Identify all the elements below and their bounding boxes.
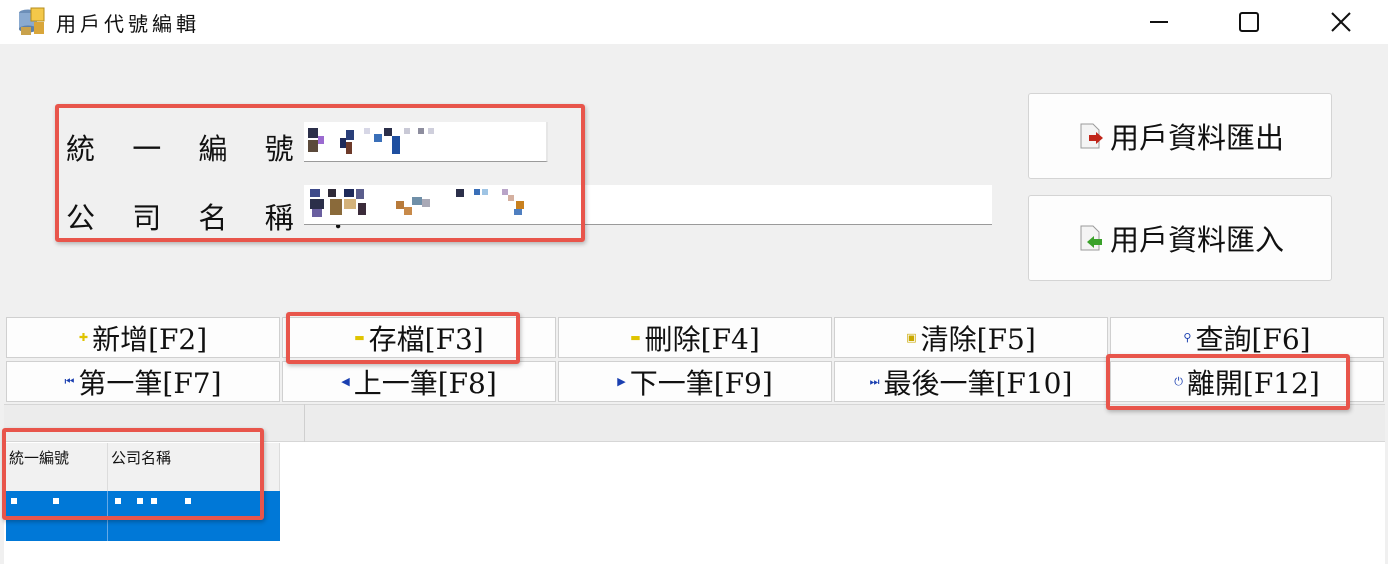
minus-icon: ▬ [630,331,641,344]
next-icon: ▶ [617,375,626,388]
minimize-icon [1150,21,1168,23]
first-label: 第一筆[F7] [78,366,222,400]
maximize-icon [1239,12,1259,32]
plus-icon: ✚ [78,331,89,344]
import-users-button[interactable]: 用戶資料匯入 [1028,195,1332,281]
next-label: 下一筆[F9] [629,366,773,400]
close-icon [1331,12,1351,32]
first-record-button[interactable]: ⏮ 第一筆[F7] [6,361,280,402]
maximize-button[interactable] [1204,0,1294,44]
minimize-button[interactable] [1114,0,1204,44]
previous-icon: ◀ [341,375,350,388]
previous-record-button[interactable]: ◀ 上一筆[F8] [282,361,556,402]
annotation-exit-button [1106,354,1350,410]
annotation-save-button [286,312,520,364]
clear-label: 清除[F5] [920,322,1036,356]
close-button[interactable] [1296,0,1386,44]
window-title: 用戶代號編輯 [56,12,200,36]
new-label: 新增[F2] [92,322,208,356]
delete-button[interactable]: ▬ 刪除[F4] [558,317,832,358]
export-label: 用戶資料匯出 [1109,121,1284,155]
last-record-button[interactable]: ⏭ 最後一筆[F10] [834,361,1108,402]
query-label: 查詢[F6] [1195,322,1311,356]
last-record-icon: ⏭ [869,375,880,388]
annotation-form-fields [55,104,585,242]
import-label: 用戶資料匯入 [1109,223,1284,257]
prev-label: 上一筆[F8] [353,366,497,400]
title-bar: 用戶代號編輯 [0,0,1388,44]
app-db-icon [19,7,45,35]
import-icon [1080,225,1102,251]
export-icon [1080,123,1103,149]
delete-label: 刪除[F4] [644,322,760,356]
grid-divider [304,404,305,442]
annotation-grid-row [2,428,264,520]
search-icon: ⚲ [1183,331,1192,344]
query-button[interactable]: ⚲ 查詢[F6] [1110,317,1384,358]
last-label: 最後一筆[F10] [883,366,1073,400]
new-button[interactable]: ✚ 新增[F2] [6,317,280,358]
first-record-icon: ⏮ [64,375,75,388]
next-record-button[interactable]: ▶ 下一筆[F9] [558,361,832,402]
clear-icon: ▣ [906,331,917,344]
clear-button[interactable]: ▣ 清除[F5] [834,317,1108,358]
export-users-button[interactable]: 用戶資料匯出 [1028,93,1332,179]
